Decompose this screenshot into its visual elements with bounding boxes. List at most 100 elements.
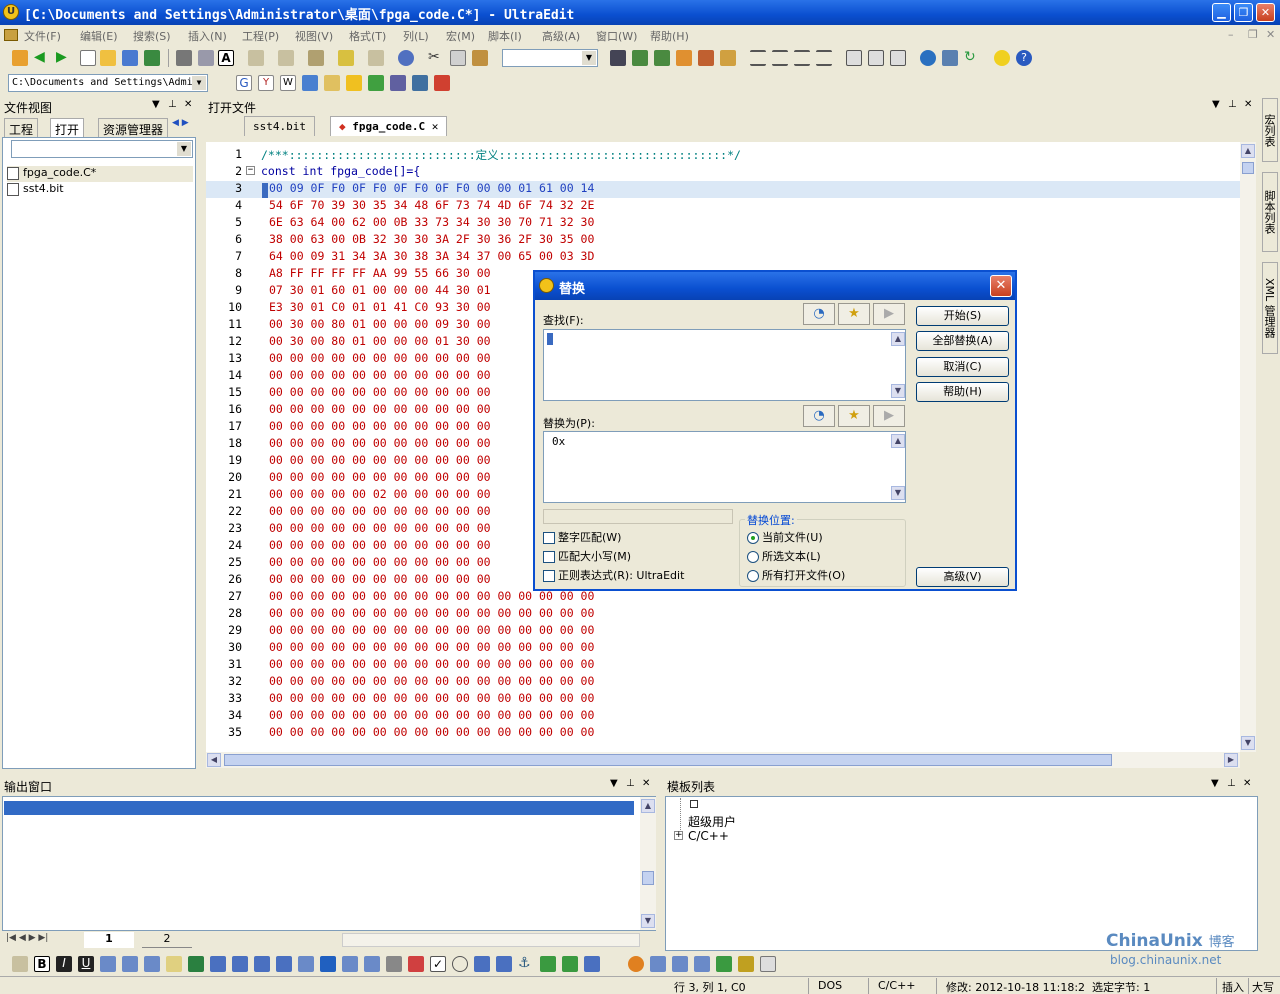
back-icon[interactable]: ◀ (34, 50, 50, 66)
html-tool-icon[interactable] (562, 956, 578, 972)
browser-icon[interactable] (398, 50, 414, 66)
tip-icon[interactable] (994, 50, 1010, 66)
code-line[interactable]: 35 00 00 00 00 00 00 00 00 00 00 00 00 00… (206, 725, 1240, 742)
align-left-icon[interactable] (750, 50, 766, 66)
mdi-minimize-icon[interactable]: – (1228, 28, 1234, 41)
output-selected-line[interactable] (4, 801, 634, 815)
maximize-button[interactable]: ❐ (1234, 3, 1253, 22)
scroll-up-icon[interactable]: ▲ (891, 332, 905, 346)
editor-vscrollbar[interactable]: ▲ ▼ (1240, 142, 1256, 752)
scroll-down-icon[interactable]: ▼ (1241, 736, 1255, 750)
scroll-thumb[interactable] (224, 754, 1112, 766)
tab-close-icon[interactable]: ✕ (432, 120, 439, 133)
tab-project[interactable]: 工程 (4, 118, 39, 137)
menu-macro[interactable]: 宏(M) (446, 28, 475, 44)
tab-sst4[interactable]: sst4.bit (244, 116, 315, 136)
filter-combo[interactable]: ▼ (11, 140, 193, 158)
dictionary-icon[interactable] (324, 75, 340, 91)
minimize-button[interactable]: ▁ (1212, 3, 1231, 22)
html-tool-icon[interactable] (100, 956, 116, 972)
html-tool-icon[interactable] (364, 956, 380, 972)
mdi-close-icon[interactable]: ✕ (1266, 28, 1275, 41)
find-prev-icon[interactable] (654, 50, 670, 66)
scope-all-files-radio[interactable]: 所有打开文件(O) (747, 567, 845, 583)
pin-icon[interactable]: ⊥ (1227, 778, 1236, 789)
forward-icon[interactable]: ▶ (56, 50, 72, 66)
tab-scroll-arrows[interactable]: ◀ ▶ (172, 118, 189, 128)
code-line[interactable]: 2− const int fpga_code[]={ (206, 164, 1240, 181)
replace-in-files-icon[interactable] (720, 50, 736, 66)
html-tool-icon[interactable] (342, 956, 358, 972)
underline-icon[interactable]: U (78, 956, 94, 972)
match-case-checkbox[interactable]: 匹配大小写(M) (543, 548, 631, 564)
replace-input[interactable]: 0x ▲ ▼ (543, 431, 906, 503)
code-line[interactable]: 5 6E 63 64 00 62 00 0B 33 73 34 30 30 70 … (206, 215, 1240, 232)
code-line[interactable]: 7 64 00 09 31 34 3A 30 38 3A 34 37 00 65 … (206, 249, 1240, 266)
copy-icon[interactable] (450, 50, 466, 66)
html-tool-icon[interactable] (584, 956, 600, 972)
fold-toggle-icon[interactable]: − (246, 166, 255, 175)
side-tab-scripts[interactable]: 脚本列表 (1262, 172, 1278, 252)
template-item-superuser[interactable]: 超级用户 (688, 813, 736, 830)
html-tool-icon[interactable] (144, 956, 160, 972)
html-tool-icon[interactable] (188, 956, 204, 972)
search-combo[interactable]: ▼ (502, 49, 598, 67)
html-tool-icon[interactable] (320, 956, 336, 972)
menu-project[interactable]: 工程(P) (242, 28, 279, 44)
menu-format[interactable]: 格式(T) (349, 28, 386, 44)
scroll-left-icon[interactable]: ◀ (207, 753, 221, 767)
replace-icon[interactable] (676, 50, 692, 66)
wikipedia-icon[interactable]: W (280, 75, 296, 91)
chevron-down-icon[interactable]: ▼ (582, 51, 596, 65)
find-in-files-icon[interactable] (698, 50, 714, 66)
print-icon[interactable] (176, 50, 192, 66)
code-line[interactable]: 33 00 00 00 00 00 00 00 00 00 00 00 00 00… (206, 691, 1240, 708)
chevron-down-icon[interactable]: ▼ (177, 142, 191, 156)
custom-search-icon[interactable] (412, 75, 428, 91)
code-line[interactable]: 28 00 00 00 00 00 00 00 00 00 00 00 00 00… (206, 606, 1240, 623)
code-line[interactable]: 1 /***:::::::::::::::::::::::::::定义::::::… (206, 147, 1240, 164)
align-center-icon[interactable] (772, 50, 788, 66)
code-line[interactable]: 29 00 00 00 00 00 00 00 00 00 00 00 00 00… (206, 623, 1240, 640)
html-tool-icon[interactable] (276, 956, 292, 972)
scroll-down-icon[interactable]: ▼ (641, 914, 655, 928)
search-web-icon[interactable] (346, 75, 362, 91)
scroll-up-icon[interactable]: ▲ (1241, 144, 1255, 158)
panel-close-icon[interactable]: ✕ (1243, 778, 1251, 789)
play-icon[interactable]: ▶ (873, 405, 905, 427)
html-tool-icon[interactable] (386, 956, 402, 972)
output-hscrollbar[interactable] (342, 933, 640, 947)
menu-edit[interactable]: 编辑(E) (80, 28, 118, 44)
open-icon[interactable] (100, 50, 116, 66)
tab-explorer[interactable]: 资源管理器 (98, 118, 169, 137)
menu-advanced[interactable]: 高级(A) (542, 28, 580, 44)
start-button[interactable]: 开始(S) (916, 306, 1009, 326)
dropdown-icon[interactable]: ▼ (610, 778, 618, 789)
scope-current-file-radio[interactable]: 当前文件(U) (747, 529, 823, 545)
menu-help[interactable]: 帮助(H) (650, 28, 689, 44)
pin-icon[interactable]: ⊥ (626, 778, 635, 789)
chevron-down-icon[interactable]: ▼ (192, 76, 206, 90)
html-tool-icon[interactable] (540, 956, 556, 972)
window-icon[interactable] (846, 50, 862, 66)
msdn-icon[interactable] (302, 75, 318, 91)
cancel-button[interactable]: 取消(C) (916, 357, 1009, 377)
doc-icon[interactable] (4, 29, 18, 41)
menu-file[interactable]: 文件(F) (24, 28, 61, 44)
code-line[interactable]: 30 00 00 00 00 00 00 00 00 00 00 00 00 00… (206, 640, 1240, 657)
close-button[interactable]: ✕ (1256, 3, 1275, 22)
output-tab-1[interactable]: 1 (84, 932, 134, 948)
code-line[interactable]: 32 00 00 00 00 00 00 00 00 00 00 00 00 00… (206, 674, 1240, 691)
tab-open[interactable]: 打开 (50, 118, 85, 137)
find-icon[interactable] (610, 50, 626, 66)
yahoo-icon[interactable]: Y (258, 75, 274, 91)
tools-icon[interactable] (12, 956, 28, 972)
html-tool-icon[interactable] (210, 956, 226, 972)
output-body[interactable]: ▲ ▼ (2, 796, 656, 931)
dropdown-icon[interactable]: ▼ (1212, 99, 1220, 110)
anchor-icon[interactable]: ⚓ (518, 956, 534, 972)
html-tool-icon[interactable] (254, 956, 270, 972)
new-file-icon[interactable] (80, 50, 96, 66)
expand-icon[interactable]: + (674, 831, 683, 840)
template-item-cpp[interactable]: C/C++ (688, 829, 729, 843)
